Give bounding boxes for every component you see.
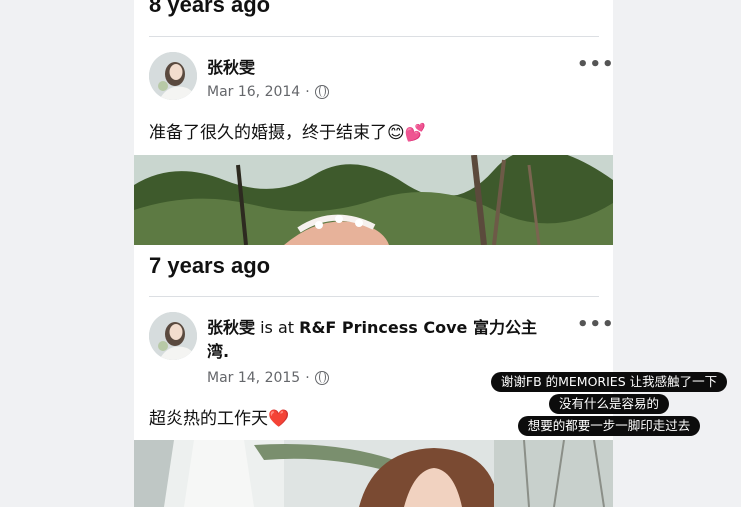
- story-caption: 谢谢FB 的MEMORIES 让我感触了一下 没有什么是容易的 想要的都要一步一…: [490, 372, 728, 436]
- more-options-button[interactable]: •••: [577, 314, 613, 335]
- author-line: 张秋雯 is at R&F Princess Cove 富力公主 湾.: [207, 316, 577, 364]
- post-date[interactable]: Mar 14, 2015: [207, 370, 300, 386]
- meta-separator: ·: [305, 84, 310, 100]
- divider: [149, 296, 599, 297]
- divider: [149, 36, 599, 37]
- author-avatar[interactable]: [149, 52, 197, 100]
- post-text: 超炎热的工作天❤️: [149, 409, 290, 429]
- section-header-8-years: 8 years ago: [149, 0, 271, 17]
- more-options-button[interactable]: •••: [577, 54, 613, 75]
- author-avatar[interactable]: [149, 312, 197, 360]
- caption-line-3: 想要的都要一步一脚印走过去: [517, 416, 701, 436]
- checkin-prefix: is at: [255, 318, 300, 337]
- caption-line-1: 谢谢FB 的MEMORIES 让我感触了一下: [490, 372, 728, 392]
- author-name[interactable]: 张秋雯: [207, 318, 255, 337]
- author-name[interactable]: 张秋雯: [207, 58, 255, 77]
- checkin-location-cont[interactable]: 湾.: [207, 342, 229, 361]
- post-meta: Mar 14, 2015 ·: [207, 370, 329, 386]
- author-line: 张秋雯: [207, 56, 255, 80]
- post-text: 准备了很久的婚摄，终于结束了😊💕: [149, 123, 426, 143]
- meta-separator: ·: [305, 370, 310, 386]
- caption-line-2: 没有什么是容易的: [548, 394, 669, 414]
- globe-icon: [314, 85, 329, 99]
- post-photo[interactable]: [134, 155, 613, 245]
- left-gutter: [0, 0, 134, 507]
- section-header-7-years: 7 years ago: [149, 253, 271, 278]
- post-photo[interactable]: [134, 440, 613, 507]
- post-date[interactable]: Mar 16, 2014: [207, 84, 300, 100]
- globe-icon: [314, 371, 329, 385]
- checkin-location[interactable]: R&F Princess Cove 富力公主: [299, 318, 537, 337]
- post-meta: Mar 16, 2014 ·: [207, 84, 329, 100]
